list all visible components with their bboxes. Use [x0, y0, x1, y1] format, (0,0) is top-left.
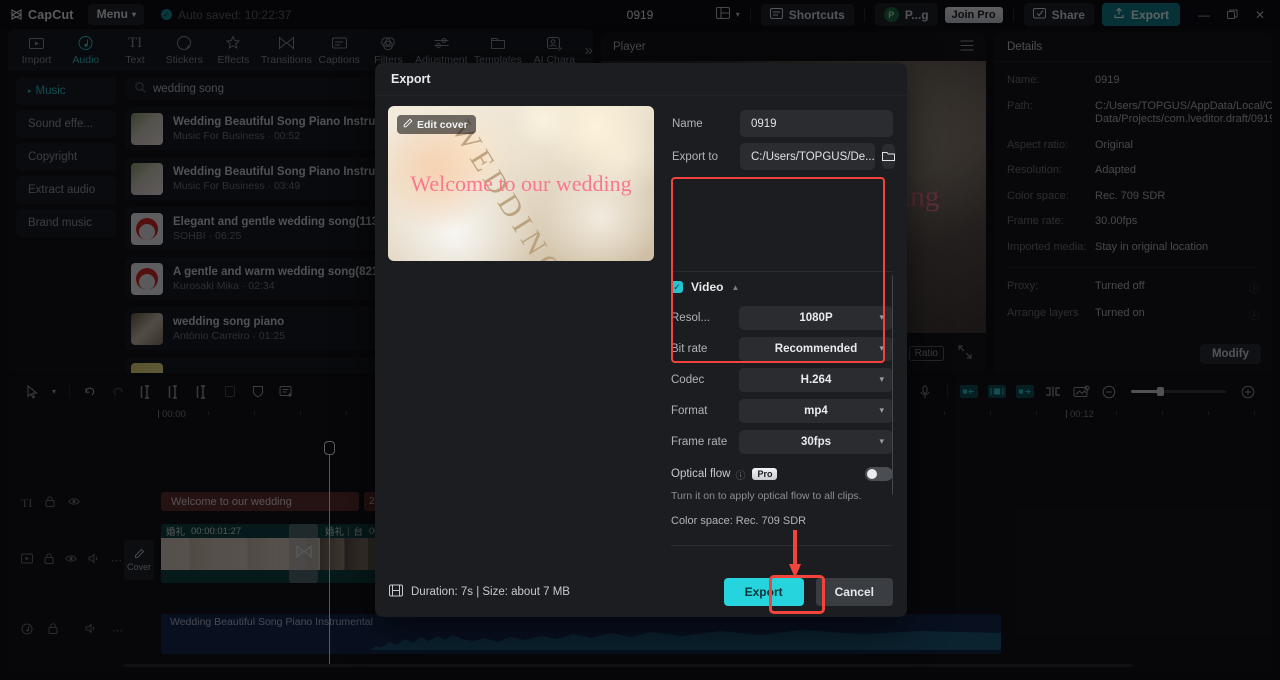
video-checkbox[interactable]: ✓ — [671, 281, 683, 293]
chevron-down-icon: ▾ — [879, 405, 884, 415]
setting-label: Frame rate — [671, 435, 728, 448]
field-row-name: Name 0919 — [672, 108, 893, 139]
pencil-icon — [403, 118, 413, 131]
setting-row-resolution: Resol... 1080P ▾ — [671, 302, 893, 333]
duration-info: Duration: 7s | Size: about 7 MB — [389, 584, 570, 600]
setting-row-format: Format mp4 ▾ — [671, 395, 893, 426]
chevron-down-icon: ▾ — [879, 436, 884, 446]
optical-flow-toggle[interactable] — [865, 467, 893, 481]
codec-select[interactable]: H.264 ▾ — [739, 367, 893, 392]
optical-flow-label: Optical flow — [671, 468, 731, 480]
film-icon — [389, 584, 403, 600]
audio-section-header[interactable]: Audio ▲ — [671, 552, 893, 558]
dialog-title: Export — [375, 63, 907, 96]
format-select[interactable]: mp4 ▾ — [739, 398, 893, 423]
export-settings: ✓ Video ▲ Resol... 1080P ▾ Bit rate Reco… — [671, 271, 893, 558]
browse-folder-button[interactable] — [881, 144, 895, 169]
duration-text: Duration: 7s | Size: about 7 MB — [411, 585, 570, 598]
help-icon[interactable]: ⓘ — [735, 467, 745, 482]
divider — [671, 545, 893, 546]
field-label: Name — [672, 117, 703, 130]
framerate-select[interactable]: 30fps ▾ — [739, 429, 893, 454]
setting-value: 30fps — [800, 435, 832, 448]
setting-label: Format — [671, 404, 708, 417]
pro-badge: Pro — [752, 468, 778, 480]
setting-value: Recommended — [774, 342, 858, 355]
dialog-footer: Duration: 7s | Size: about 7 MB Export C… — [375, 566, 907, 617]
field-row-export-to: Export to C:/Users/TOPGUS/De... — [672, 141, 895, 172]
cover-overlay-text: Welcome to our wedding — [410, 170, 632, 196]
color-space-text: Color space: Rec. 709 SDR — [671, 515, 807, 527]
export-confirm-button[interactable]: Export — [723, 577, 804, 606]
setting-value: 1080P — [799, 311, 833, 324]
edit-cover-label: Edit cover — [417, 118, 468, 131]
video-section-title: Video — [691, 280, 724, 294]
setting-value: mp4 — [804, 404, 828, 417]
resolution-select[interactable]: 1080P ▾ — [739, 305, 893, 330]
export-form: Name 0919 Export to C:/Users/TOPGUS/De..… — [672, 108, 895, 174]
video-section-header[interactable]: ✓ Video ▲ — [671, 272, 893, 302]
dialog-actions: Export Cancel — [723, 577, 893, 606]
setting-row-codec: Codec H.264 ▾ — [671, 364, 893, 395]
export-dialog: Export WEDDING Edit cover Welcome to our… — [375, 63, 907, 617]
chevron-down-icon: ▾ — [879, 374, 884, 384]
export-path-input[interactable]: C:/Users/TOPGUS/De... — [740, 143, 875, 170]
setting-label: Codec — [671, 373, 705, 386]
cover-thumbnail[interactable]: WEDDING Edit cover Welcome to our weddin… — [388, 106, 654, 261]
chevron-down-icon: ▾ — [879, 343, 884, 353]
capcut-window: CapCut Menu ▾ ✓ Auto saved: 10:22:37 091… — [0, 0, 1280, 680]
setting-label: Resol... — [671, 311, 710, 324]
setting-value: H.264 — [800, 373, 832, 386]
toggle-knob — [867, 469, 877, 479]
chevron-down-icon: ▾ — [879, 312, 884, 322]
optical-flow-hint: Turn it on to apply optical flow to all … — [671, 490, 862, 502]
edit-cover-button[interactable]: Edit cover — [397, 115, 476, 134]
dialog-body: WEDDING Edit cover Welcome to our weddin… — [375, 96, 907, 566]
setting-row-framerate: Frame rate 30fps ▾ — [671, 426, 893, 457]
chevron-up-icon[interactable]: ▲ — [731, 283, 739, 292]
settings-scrollbar[interactable] — [892, 275, 893, 495]
setting-label: Bit rate — [671, 342, 708, 355]
bitrate-select[interactable]: Recommended ▾ — [739, 336, 893, 361]
cancel-button[interactable]: Cancel — [815, 577, 893, 606]
name-input[interactable]: 0919 — [740, 110, 893, 137]
field-label: Export to — [672, 150, 719, 163]
setting-row-bitrate: Bit rate Recommended ▾ — [671, 333, 893, 364]
optical-flow-row: Optical flow ⓘ Pro — [671, 461, 893, 487]
